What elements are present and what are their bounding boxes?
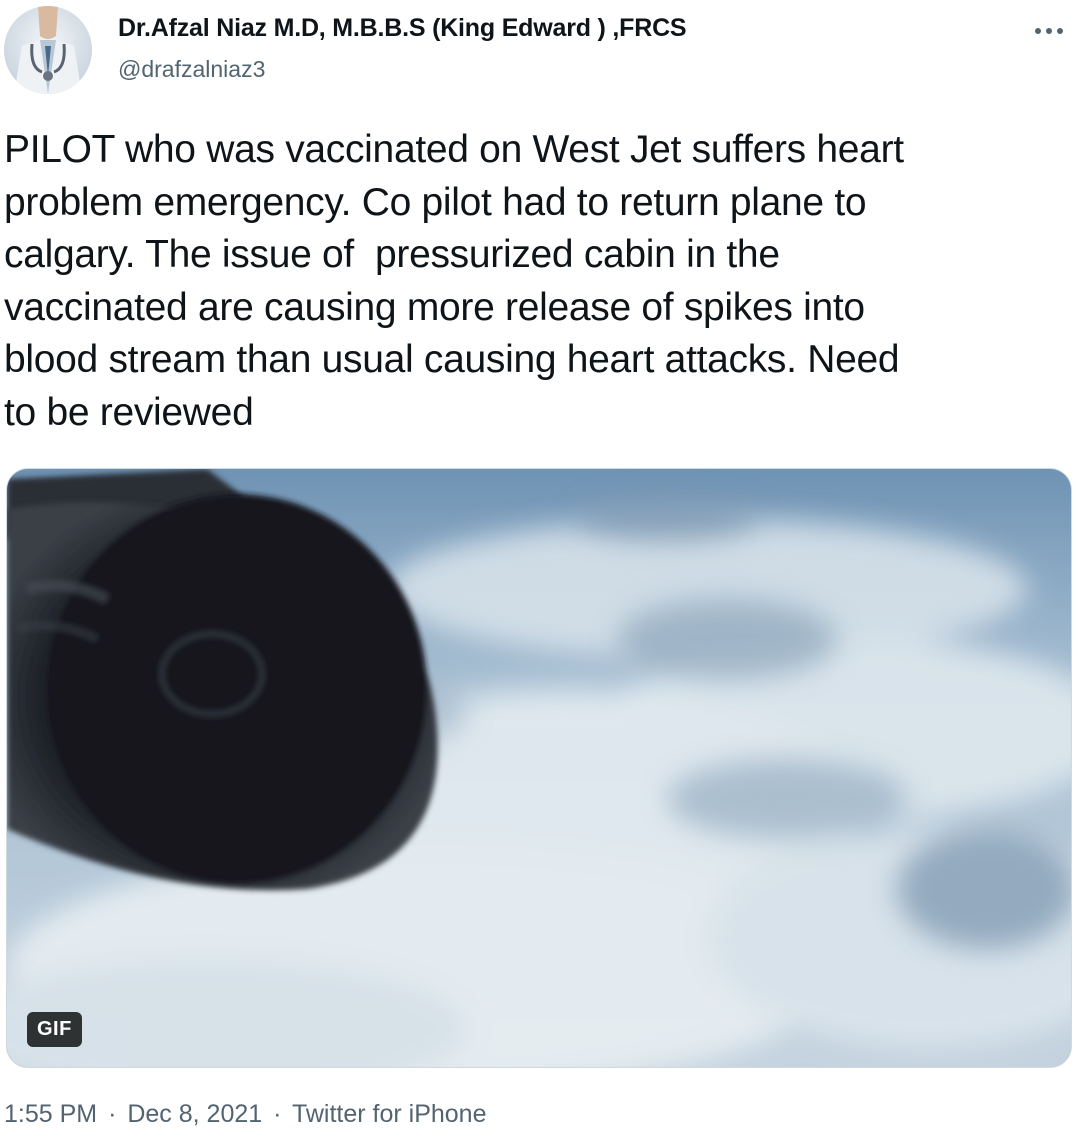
gif-preview-image [7, 469, 1071, 1067]
author-handle[interactable]: @drafzalniaz3 [118, 56, 265, 83]
ellipsis-icon[interactable] [1032, 18, 1066, 44]
tweet-source[interactable]: Twitter for iPhone [292, 1100, 487, 1128]
meta-separator: · [273, 1100, 282, 1128]
tweet-date[interactable]: Dec 8, 2021 [127, 1100, 262, 1128]
doctor-avatar-icon [4, 6, 92, 94]
tweet-time[interactable]: 1:55 PM [4, 1100, 97, 1128]
tweet-meta: 1:55 PM · Dec 8, 2021 · Twitter for iPho… [4, 1100, 486, 1129]
tweet-card: Dr.Afzal Niaz M.D, M.B.B.S (King Edward … [0, 0, 1080, 1146]
author-avatar[interactable] [4, 6, 92, 94]
tweet-media-gif[interactable]: GIF [6, 468, 1072, 1068]
gif-badge: GIF [27, 1012, 82, 1047]
author-display-name[interactable]: Dr.Afzal Niaz M.D, M.B.B.S (King Edward … [118, 14, 687, 43]
meta-separator: · [108, 1100, 117, 1128]
tweet-text: PILOT who was vaccinated on West Jet suf… [4, 128, 904, 434]
